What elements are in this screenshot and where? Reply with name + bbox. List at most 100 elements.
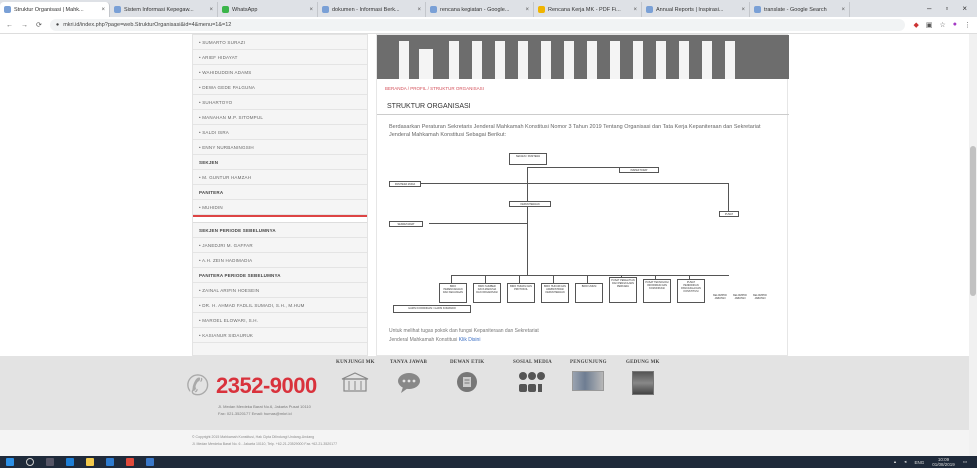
hero-building-image <box>377 35 789 79</box>
footer-contact: Fax: 021-3520177 Email: humas@mkri.id <box>218 411 292 416</box>
sidebar-item[interactable]: • MANAHAN M.P. SITOMPUL <box>193 110 367 125</box>
sidebar-heading: SEKJEN <box>193 155 367 170</box>
sidebar-item[interactable]: • JANEDJRI M. GAFFAR <box>193 238 367 253</box>
tab-dokumen[interactable]: dokumen - Informasi Berk... × <box>318 2 426 17</box>
tab-translate[interactable]: translate - Google Search × <box>750 2 850 17</box>
tab-struktur[interactable]: Struktur Organisasi | Mahk... × <box>0 2 110 17</box>
page-scrollbar[interactable] <box>969 34 977 456</box>
scrollbar-thumb[interactable] <box>970 146 976 296</box>
social-icon[interactable] <box>513 371 552 395</box>
sidebar-item[interactable]: • ZAINAL ARIFIN HOESEIN <box>193 283 367 298</box>
org-small-label: KELOMPOK JABATAN <box>731 293 749 301</box>
sidebar-divider <box>193 215 367 223</box>
url-input[interactable]: ● mkri.id/index.php?page=web.StrukturOrga… <box>49 19 906 31</box>
tab-annual-reports[interactable]: Annual Reports | Inspirasi... × <box>642 2 750 17</box>
address-bar: ← → ⟳ ● mkri.id/index.php?page=web.Strukt… <box>0 17 977 34</box>
close-window-icon[interactable]: × <box>962 4 967 13</box>
sidebar-item[interactable]: • MUHIDIN <box>193 200 367 215</box>
sidebar-item[interactable]: • DR. H. AHMAD FADLIL SUMADI, S.H., M.HU… <box>193 298 367 313</box>
page-viewport: • SUMARTO SURAZI • ARIEF HIDAYAT • WAHIDUD… <box>0 34 977 456</box>
language-indicator[interactable]: ENG <box>914 460 924 465</box>
sidebar-item[interactable]: • M. GUNTUR HAMZAH <box>193 170 367 185</box>
sidebar-item[interactable]: • SALDI ISRA <box>193 125 367 140</box>
sidebar-item[interactable]: • WAHIDUDDIN ADAMS <box>193 65 367 80</box>
close-tab-icon[interactable]: × <box>841 7 845 13</box>
phone-icon: ✆ <box>186 370 210 401</box>
volume-icon[interactable]: ◂ <box>904 459 906 465</box>
tab-sistem-informasi[interactable]: Sistem Informasi Kepegaw... × <box>110 2 218 17</box>
sidebar-item[interactable]: • A.H. ZEIN HADIMADIA <box>193 253 367 268</box>
close-tab-icon[interactable]: × <box>101 7 105 13</box>
windows-taskbar: ▴ ◂ ENG 10:09 01/08/2019 ▭ <box>0 456 977 468</box>
footer-col-kunjungi[interactable]: KUNJUNGI MK <box>336 360 375 393</box>
sidebar-heading: SEKJEN PERIODE SEBELUMNYA <box>193 223 367 238</box>
lock-icon: ● <box>55 22 60 28</box>
sidebar-item[interactable]: • ENNY NURBANINGSIH <box>193 140 367 155</box>
org-small-label: KELOMPOK JABATAN <box>751 293 769 301</box>
network-icon[interactable]: ▴ <box>894 459 896 465</box>
click-here-link[interactable]: Klik Disini <box>459 337 481 343</box>
windows-start-icon[interactable] <box>6 458 14 466</box>
maximize-icon[interactable]: ▫ <box>945 4 948 13</box>
footer-col-dewan-etik[interactable]: DEWAN ETIK <box>450 360 484 393</box>
whatsapp-icon <box>222 6 229 13</box>
org-chart: SEKJEN / PANITERA INSPEKTORAT PANITERA M… <box>389 153 779 313</box>
favicon-icon <box>114 6 121 13</box>
sidebar-item[interactable]: • SUHARTOYO <box>193 95 367 110</box>
close-tab-icon[interactable]: × <box>525 7 529 13</box>
star-icon[interactable]: ☆ <box>939 21 945 29</box>
footer-col-sosial[interactable]: SOSIAL MEDIA <box>513 360 552 395</box>
footer-address: Jl. Medan Merdeka Barat No.6, Jakarta Pu… <box>218 404 311 409</box>
close-tab-icon[interactable]: × <box>417 7 421 13</box>
breadcrumb[interactable]: BERANDA / PROFIL / STRUKTUR ORGANISASI <box>385 86 484 91</box>
footer-col-tanya[interactable]: TANYA JAWAB <box>390 360 427 393</box>
chrome-icon[interactable] <box>126 458 134 466</box>
sidebar-item[interactable]: • KASIANUR SIDAURUK <box>193 328 367 343</box>
phone-number[interactable]: 2352-9000 <box>216 373 317 399</box>
close-tab-icon[interactable]: × <box>209 7 213 13</box>
close-tab-icon[interactable]: × <box>309 7 313 13</box>
sidebar-item[interactable]: • DEWA GEDE PALGUNA <box>193 80 367 95</box>
reload-icon[interactable]: ⟳ <box>36 21 42 29</box>
store-icon[interactable] <box>106 458 114 466</box>
notification-icon[interactable]: ▭ <box>963 459 967 465</box>
close-tab-icon[interactable]: × <box>633 7 637 13</box>
task-view-icon[interactable] <box>46 458 54 466</box>
app-icon[interactable] <box>146 458 154 466</box>
document-icon <box>450 371 484 393</box>
edge-icon[interactable] <box>66 458 74 466</box>
sidebar-item[interactable]: • SUMARTO SURAZI <box>193 35 367 50</box>
sidebar-item[interactable]: • ARIEF HIDAYAT <box>193 50 367 65</box>
org-box-sekretariat: SEKRETARIAT <box>389 221 423 227</box>
google-icon <box>754 6 761 13</box>
footer-col-gedung[interactable]: GEDUNG MK <box>626 360 660 395</box>
extension-icon[interactable]: ▣ <box>926 21 933 29</box>
org-box-bottom: PUSAT TEKNOLOGI INFORMASI DAN KOMUNIKASI <box>643 279 671 303</box>
building-icon <box>336 371 375 393</box>
tab-whatsapp[interactable]: WhatsApp × <box>218 2 318 17</box>
close-tab-icon[interactable]: × <box>741 7 745 13</box>
org-legend: GARIS KOORDINASI / GARIS KOMANDO <box>393 305 471 313</box>
browser-tab-bar: Struktur Organisasi | Mahk... × Sistem In… <box>0 0 977 17</box>
search-icon[interactable] <box>26 458 34 466</box>
back-icon[interactable]: ← <box>6 22 13 29</box>
org-box-bottom: PUSAT PENELITIAN DAN PENGKAJIAN PERKARA <box>609 277 637 303</box>
extensions: ◆ ▣ ☆ ● ⋮ <box>913 21 971 29</box>
org-box-panitera-muda: PANITERA MUDA <box>389 181 421 187</box>
system-tray: ▴ ◂ ENG 10:09 01/08/2019 ▭ <box>894 457 977 467</box>
sidebar-heading: PANITERA PERIODE SEBELUMNYA <box>193 268 367 283</box>
sidebar-item[interactable]: • MAROEL ELOWARI, S.H. <box>193 313 367 328</box>
outro-text: Untuk melihat tugas pokok dan fungsi Kep… <box>389 328 539 343</box>
menu-icon[interactable]: ⋮ <box>964 21 971 29</box>
tab-rencana-kerja[interactable]: Rencana Kerja MK - PDF Fi... × <box>534 2 642 17</box>
minimize-icon[interactable]: – <box>927 4 931 13</box>
extension-icon[interactable]: ◆ <box>913 21 918 29</box>
file-explorer-icon[interactable] <box>86 458 94 466</box>
intro-text: Berdasarkan Peraturan Sekretaris Jendera… <box>389 124 761 138</box>
forward-icon[interactable]: → <box>21 22 28 29</box>
tab-rencana-kegiatan[interactable]: rencana kegiatan - Google... × <box>426 2 534 17</box>
clock[interactable]: 10:09 01/08/2019 <box>932 457 955 467</box>
profile-icon[interactable]: ● <box>953 21 957 29</box>
org-small-label: KELOMPOK JABATAN <box>711 293 729 301</box>
phone-block: ✆ 2352-9000 <box>186 372 317 400</box>
